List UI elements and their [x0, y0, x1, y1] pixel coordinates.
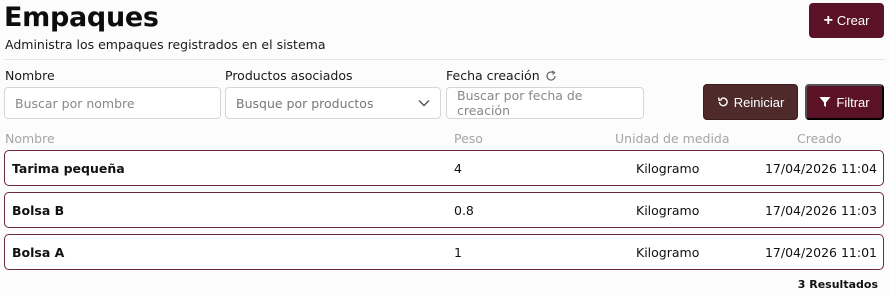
plus-icon: + — [823, 11, 833, 29]
row-name: Tarima pequeña — [12, 160, 125, 176]
filter-date-label: Fecha creación — [446, 68, 540, 83]
filter-date-label-group: Fecha creación — [446, 68, 557, 83]
row-name: Bolsa A — [12, 244, 65, 260]
column-header-created: Creado — [797, 131, 842, 146]
results-count: 3 Resultados — [797, 278, 878, 291]
row-unit: Kilogramo — [636, 160, 700, 176]
products-select[interactable]: Busque por productos — [225, 87, 441, 119]
filter-button[interactable]: Filtrar — [805, 84, 884, 120]
name-search-placeholder: Buscar por nombre — [15, 95, 135, 111]
column-header-weight: Peso — [454, 131, 483, 146]
filter-name-label: Nombre — [5, 68, 55, 83]
table-row[interactable]: Tarima pequeña 4 Kilogramo 17/04/2026 11… — [4, 150, 884, 186]
row-name: Bolsa B — [12, 202, 65, 218]
row-weight: 4 — [454, 160, 462, 176]
table-row[interactable]: Bolsa B 0.8 Kilogramo 17/04/2026 11:03 — [4, 192, 884, 228]
table-row[interactable]: Bolsa A 1 Kilogramo 17/04/2026 11:01 — [4, 234, 884, 270]
reset-button-label: Reiniciar — [733, 94, 785, 110]
packaging-page: Empaques Administra los empaques registr… — [0, 0, 889, 296]
reset-button[interactable]: Reiniciar — [703, 84, 798, 120]
row-created: 17/04/2026 11:03 — [764, 202, 877, 218]
column-header-unit: Unidad de medida — [615, 131, 730, 146]
name-search-input[interactable]: Buscar por nombre — [4, 87, 221, 119]
refresh-icon[interactable] — [545, 70, 557, 82]
row-unit: Kilogramo — [636, 202, 700, 218]
create-button-label: Crear — [836, 13, 870, 28]
column-header-name: Nombre — [5, 131, 55, 146]
undo-icon — [717, 97, 728, 107]
row-unit: Kilogramo — [636, 244, 700, 260]
funnel-icon — [819, 97, 831, 107]
page-title: Empaques — [4, 2, 159, 33]
filter-products-label: Productos asociados — [225, 68, 353, 83]
filter-button-label: Filtrar — [836, 94, 870, 110]
date-search-input[interactable]: Buscar por fecha de creación — [446, 87, 644, 119]
header-divider — [4, 59, 885, 60]
row-created: 17/04/2026 11:04 — [764, 160, 877, 176]
row-created: 17/04/2026 11:01 — [764, 244, 877, 260]
create-button[interactable]: + Crear — [809, 3, 884, 38]
row-weight: 1 — [454, 244, 462, 260]
page-subtitle: Administra los empaques registrados en e… — [5, 37, 326, 52]
products-select-value: Busque por productos — [236, 95, 374, 111]
row-weight: 0.8 — [454, 202, 474, 218]
date-search-placeholder: Buscar por fecha de creación — [457, 88, 583, 118]
chevron-down-icon — [418, 100, 430, 107]
